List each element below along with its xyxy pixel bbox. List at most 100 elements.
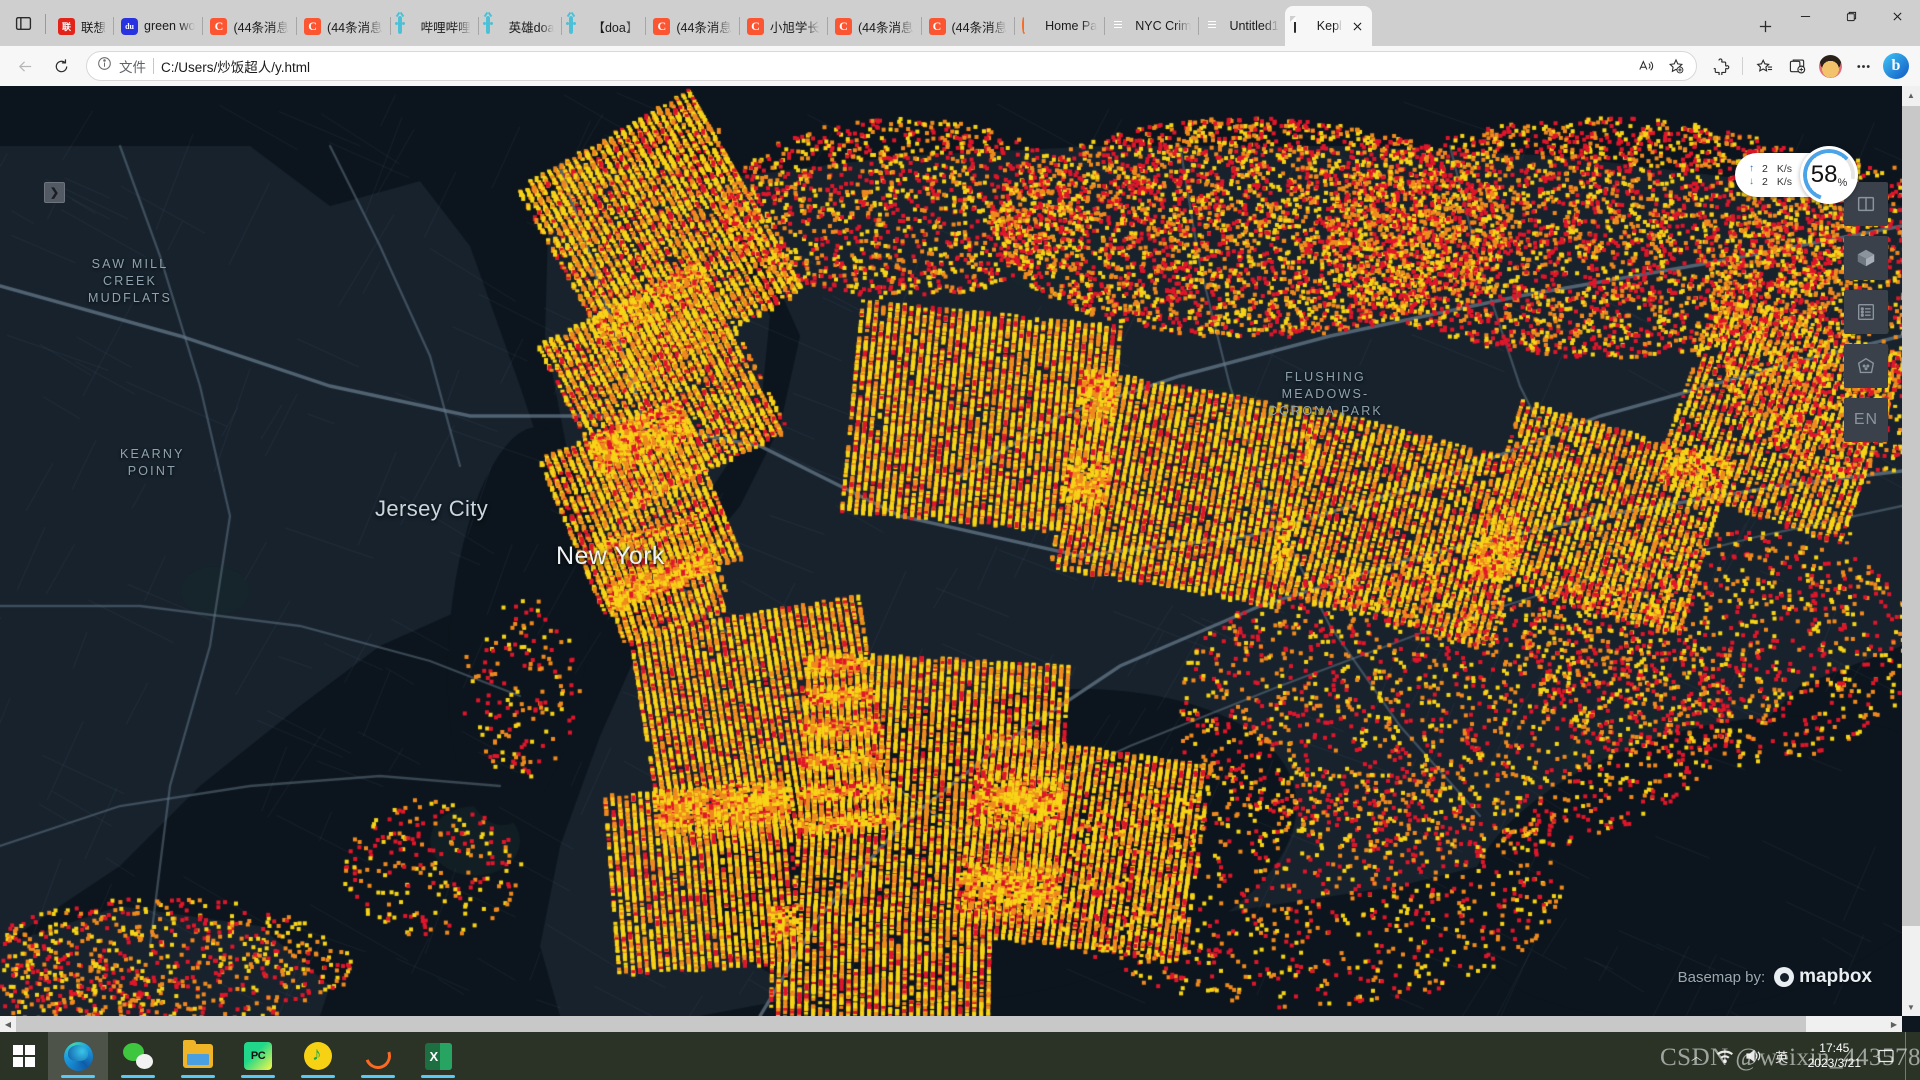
browser-tab[interactable]: C 小旭学长 [738,6,828,46]
web-page-content: SAW MILL CREEK MUDFLATS KEARNY POINT FLUSH… [0,86,1920,1032]
tray-volume-icon[interactable] [1744,1047,1762,1065]
browser-toolbar-icons: b [1705,50,1912,82]
browser-tab[interactable]: 【doa】 [560,6,647,46]
notebook-favicon [1112,18,1129,35]
taskbar-app-excel[interactable]: X [408,1032,468,1080]
app-running-underline [421,1075,455,1078]
close-tab-button[interactable] [1348,16,1368,36]
read-aloud-icon[interactable] [1632,52,1660,80]
site-info-icon[interactable] [97,56,112,76]
csdn-favicon: C [928,17,946,35]
browser-tab[interactable]: C (44条消息 [920,6,1016,46]
horizontal-scroll-thumb[interactable] [16,1016,1806,1032]
gauge-value: 58 [1810,161,1838,188]
taskbar-app-qq-music[interactable] [288,1032,348,1080]
taskbar-app-loading[interactable] [348,1032,408,1080]
bilibili-favicon [394,15,415,35]
app-running-underline [181,1075,215,1078]
browser-tab[interactable]: Untitled1 [1197,6,1284,46]
tab-title: 联想 [81,20,107,35]
browser-tab[interactable]: 联联想 [49,6,115,46]
scroll-down-arrow[interactable]: ▼ [1902,998,1920,1016]
side-panel-toggle-button[interactable]: ❯ [44,182,65,203]
omnibox-divider [153,58,154,74]
download-arrow-icon: ↓ [1748,176,1754,187]
tab-list: 联联想 du green wo C (44条消息 C (44条消息 哔哩哔哩 英雄doa 【doa… [49,6,1742,46]
tray-network-icon[interactable] [1716,1047,1734,1065]
lenovo-favicon: 联 [58,17,75,35]
taskbar-clock[interactable]: 17:45 2023/3/21 [1802,1041,1867,1071]
kepler-map-canvas[interactable]: SAW MILL CREEK MUDFLATS KEARNY POINT FLUSH… [0,86,1902,1016]
browser-tab[interactable]: C (44条消息 [295,6,391,46]
file-explorer-icon [183,1040,213,1068]
tab-title: (44条消息 [233,20,290,35]
mapbox-logo[interactable]: mapbox [1774,966,1872,988]
refresh-button[interactable] [44,49,78,83]
taskbar-app-edge[interactable] [48,1032,108,1080]
upload-speed-value: 2 [1761,162,1768,175]
start-button[interactable] [0,1032,48,1080]
browser-tab[interactable]: C (44条消息 [644,6,740,46]
taskbar-app-pycharm[interactable]: PC [228,1032,288,1080]
clock-time: 17:45 [1819,1041,1850,1055]
favorites-icon[interactable] [1748,50,1780,82]
scroll-up-arrow[interactable]: ▲ [1902,86,1920,104]
taskbar-app-wechat[interactable] [108,1032,168,1080]
tab-title: Untitled1 [1229,19,1279,33]
ime-language-indicator[interactable]: 英 [1772,1047,1792,1065]
app-running-underline [61,1075,95,1078]
add-favorite-icon[interactable] [1662,52,1690,80]
edge-icon [63,1041,93,1071]
layer-list-icon[interactable] [1844,290,1888,334]
tab-title: 哔哩哔哩 [420,20,471,35]
copilot-bing-button[interactable]: b [1880,50,1912,82]
minimize-button[interactable] [1782,0,1828,32]
browser-tab[interactable]: C (44条消息 [201,6,298,46]
maximize-button[interactable] [1828,0,1874,32]
tray-expand-chevron-icon[interactable]: ︿ [1688,1047,1706,1065]
back-button[interactable] [8,49,42,83]
tab-title: Home Pa [1045,19,1098,33]
browser-tab[interactable]: NYC Crim [1103,6,1200,46]
collections-icon[interactable] [1781,50,1813,82]
scroll-right-arrow[interactable]: ▶ [1886,1016,1902,1032]
browser-tab[interactable]: C (44条消息 [826,6,922,46]
url-scheme-label: 文件 [119,60,146,75]
settings-and-more-button[interactable] [1847,50,1879,82]
show-desktop-button[interactable] [1905,1032,1912,1080]
draw-polygon-icon[interactable] [1844,344,1888,388]
address-bar[interactable]: 文件 C:/Users/炒饭超人/y.html [86,51,1697,81]
upload-speed-unit: K/s [1776,162,1792,175]
bilibili-favicon [566,15,586,35]
browser-tab[interactable]: 英雄doa [477,6,563,46]
vertical-scrollbar[interactable]: ▲ ▼ [1902,86,1920,1016]
browser-tab[interactable]: Home Pa [1013,6,1106,46]
close-window-button[interactable] [1874,0,1920,32]
csdn-favicon: C [834,17,852,35]
browser-tab[interactable]: 哔哩哔哩 [389,6,479,46]
extensions-icon[interactable] [1705,50,1737,82]
app-running-underline [121,1075,155,1078]
url-text[interactable]: C:/Users/炒饭超人/y.html [161,56,1625,76]
3d-map-icon[interactable] [1844,236,1888,280]
notification-center-icon[interactable] [1877,1047,1895,1065]
window-controls [1782,0,1920,46]
pycharm-icon: PC [244,1042,272,1070]
scroll-left-arrow[interactable]: ◀ [0,1016,16,1032]
browser-tab[interactable]: Kepl [1284,6,1372,46]
tab-title: NYC Crim [1135,19,1192,33]
csdn-favicon: C [746,17,764,35]
cpu-usage-gauge[interactable]: 58 % [1800,146,1858,204]
tab-search-icon[interactable] [4,0,42,46]
horizontal-scrollbar[interactable]: ◀ ▶ [0,1016,1902,1032]
profile-avatar[interactable] [1814,50,1846,82]
csdn-favicon: C [304,17,322,35]
browser-tab[interactable]: du green wo [112,6,204,46]
qq-music-icon [304,1042,332,1070]
wechat-icon [123,1043,153,1069]
vertical-scroll-thumb[interactable] [1902,106,1920,926]
language-icon[interactable]: EN [1844,398,1888,442]
taskbar-app-file-explorer[interactable] [168,1032,228,1080]
new-tab-button[interactable] [1748,9,1782,43]
network-speed-widget[interactable]: ↑ 2 K/s ↓ 2 K/s 58 % [1734,146,1858,204]
